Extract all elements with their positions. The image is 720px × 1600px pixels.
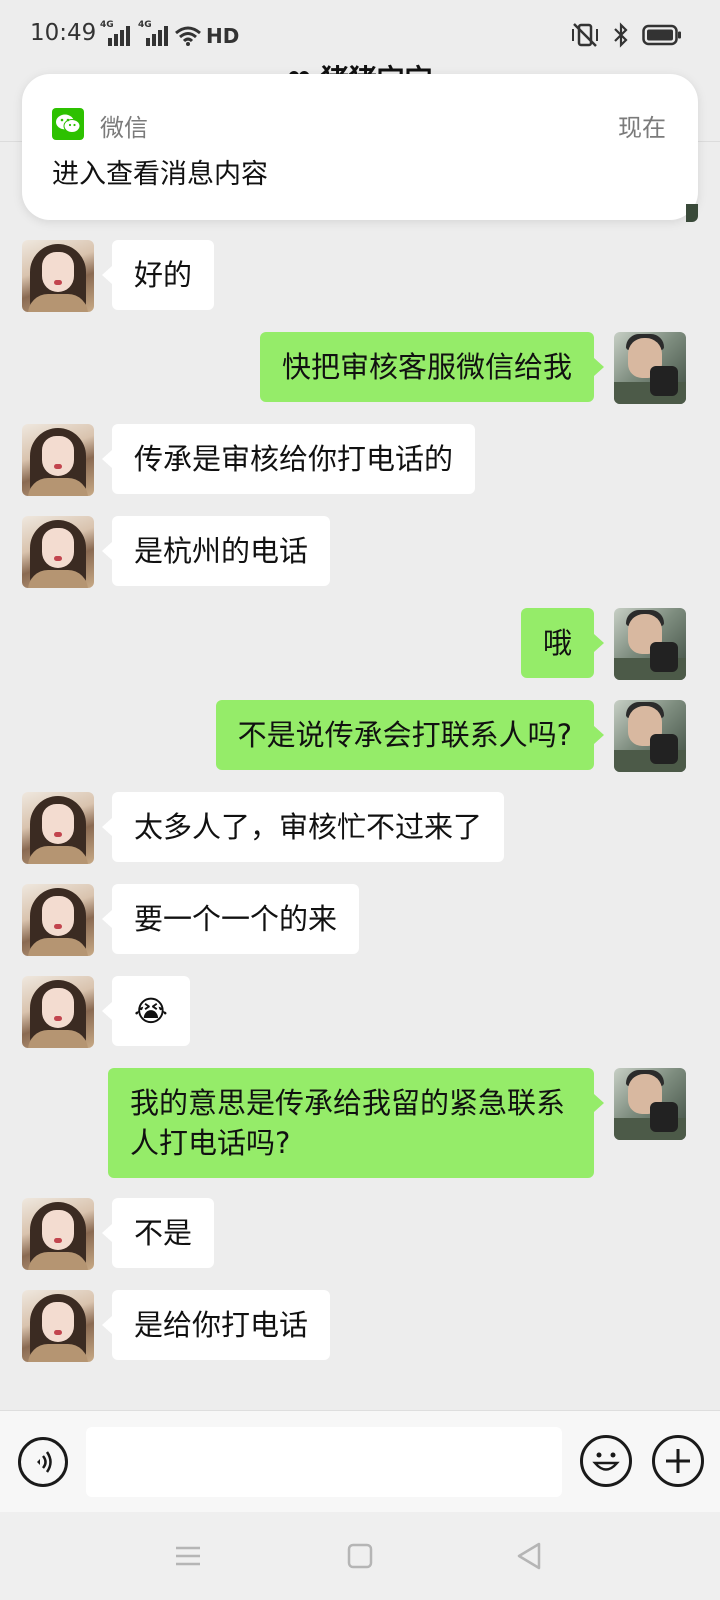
sent-message-bubble[interactable]: 不是说传承会打联系人吗?	[215, 700, 605, 770]
system-nav-bar	[0, 1512, 720, 1600]
emoji-icon	[592, 1452, 620, 1471]
contact-avatar[interactable]	[22, 424, 94, 496]
sent-message-bubble[interactable]: 快把审核客服微信给我	[259, 332, 605, 402]
received-message-bubble[interactable]: 😭	[102, 976, 190, 1046]
emoji-button[interactable]	[580, 1435, 632, 1487]
home-icon	[347, 1543, 373, 1569]
menu-button[interactable]	[170, 1538, 206, 1574]
plus-icon	[666, 1449, 690, 1473]
wechat-icon	[52, 108, 84, 140]
back-button[interactable]	[512, 1538, 548, 1574]
input-bar	[0, 1410, 720, 1512]
received-message-bubble[interactable]: 要一个一个的来	[101, 884, 360, 954]
back-icon	[517, 1542, 541, 1570]
sent-message-bubble[interactable]: 哦	[520, 608, 605, 678]
header-button-edge	[686, 204, 698, 222]
self-avatar[interactable]	[614, 332, 686, 404]
voice-icon	[37, 1451, 52, 1473]
received-message-bubble[interactable]: 传承是审核给你打电话的	[101, 424, 476, 494]
received-message-bubble[interactable]: 好的	[101, 240, 215, 310]
notification-body: 进入查看消息内容	[52, 159, 268, 190]
voice-button[interactable]	[18, 1437, 68, 1487]
notification-app-name: 微信	[100, 114, 148, 142]
contact-avatar[interactable]	[22, 516, 94, 588]
self-avatar[interactable]	[614, 1068, 686, 1140]
received-message-bubble[interactable]: 是给你打电话	[101, 1290, 331, 1360]
contact-avatar[interactable]	[22, 976, 94, 1048]
received-message-bubble[interactable]: 太多人了，审核忙不过来了	[101, 792, 505, 862]
message-input[interactable]	[86, 1427, 562, 1497]
received-message-bubble[interactable]: 不是	[101, 1198, 215, 1268]
contact-avatar[interactable]	[22, 884, 94, 956]
contact-avatar[interactable]	[22, 1198, 94, 1270]
home-button[interactable]	[342, 1538, 378, 1574]
self-avatar[interactable]	[614, 608, 686, 680]
contact-avatar[interactable]	[22, 1290, 94, 1362]
contact-avatar[interactable]	[22, 792, 94, 864]
sent-message-bubble[interactable]: 我的意思是传承给我留的紧急联系人打电话吗?	[108, 1068, 604, 1178]
menu-icon	[176, 1546, 200, 1566]
notification-banner[interactable]: 微信 现在 进入查看消息内容	[22, 74, 698, 220]
self-avatar[interactable]	[614, 700, 686, 772]
contact-avatar[interactable]	[22, 240, 94, 312]
notification-time: 现在	[618, 114, 666, 142]
received-message-bubble[interactable]: 是杭州的电话	[101, 516, 331, 586]
more-button[interactable]	[652, 1435, 704, 1487]
